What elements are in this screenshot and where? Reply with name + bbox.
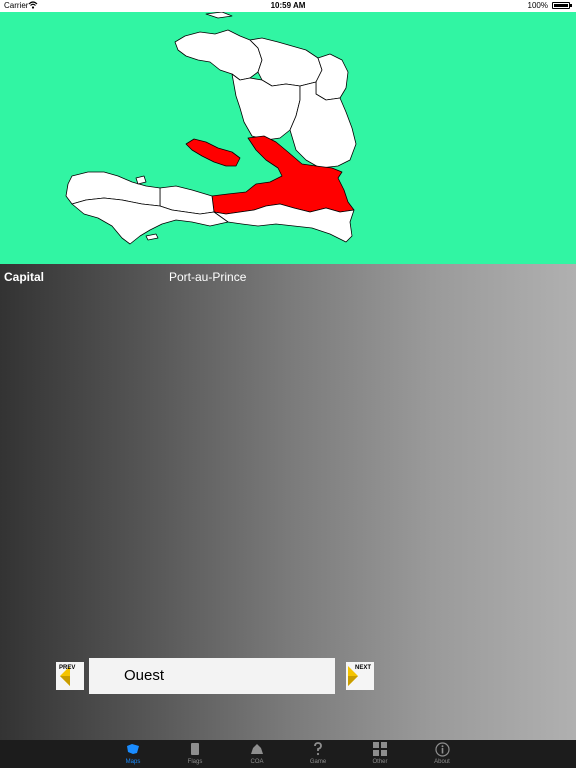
tab-other[interactable]: Other [360, 740, 400, 768]
prev-label: PREV [59, 665, 76, 671]
coat-of-arms-icon [237, 742, 277, 757]
tab-label: About [434, 759, 450, 765]
island-tortuga [205, 12, 233, 19]
tab-maps[interactable]: Maps [113, 740, 153, 768]
map-icon [113, 742, 153, 757]
region-nord-ouest[interactable] [174, 29, 263, 81]
tab-game[interactable]: Game [298, 740, 338, 768]
info-icon [422, 742, 462, 757]
capital-value: Port-au-Prince [169, 270, 247, 284]
next-button[interactable]: NEXT [346, 662, 374, 690]
prev-button[interactable]: PREV [56, 662, 84, 690]
tab-bar: Maps Flags COA Game Other About [0, 740, 576, 768]
tab-label: Flags [187, 759, 203, 765]
battery-percent: 100% [527, 1, 548, 10]
tab-flags[interactable]: Flags [175, 740, 215, 768]
region-gonave[interactable] [185, 138, 241, 167]
tab-label: Maps [125, 759, 141, 765]
tab-coa[interactable]: COA [237, 740, 277, 768]
region-info-panel: Capital Port-au-Prince PREV Ouest NEXT [0, 264, 576, 740]
region-name-box: Ouest [89, 658, 335, 694]
grid-icon [360, 742, 400, 757]
tab-label: COA [250, 759, 264, 765]
status-bar: Carrier 10:59 AM 100% [0, 0, 576, 12]
question-icon [298, 742, 338, 757]
region-nord-est[interactable] [315, 53, 349, 101]
island-vache [145, 233, 159, 241]
haiti-map[interactable] [0, 12, 576, 264]
region-name: Ouest [124, 667, 165, 684]
tab-label: Game [309, 759, 327, 765]
island-cayemites [135, 175, 147, 185]
status-time: 10:59 AM [270, 1, 306, 10]
tab-about[interactable]: About [422, 740, 462, 768]
map-view[interactable] [0, 12, 576, 264]
flag-icon [175, 742, 215, 757]
tab-label: Other [372, 759, 388, 765]
battery-icon [552, 2, 572, 9]
capital-label: Capital [4, 270, 45, 284]
next-label: NEXT [354, 665, 371, 671]
